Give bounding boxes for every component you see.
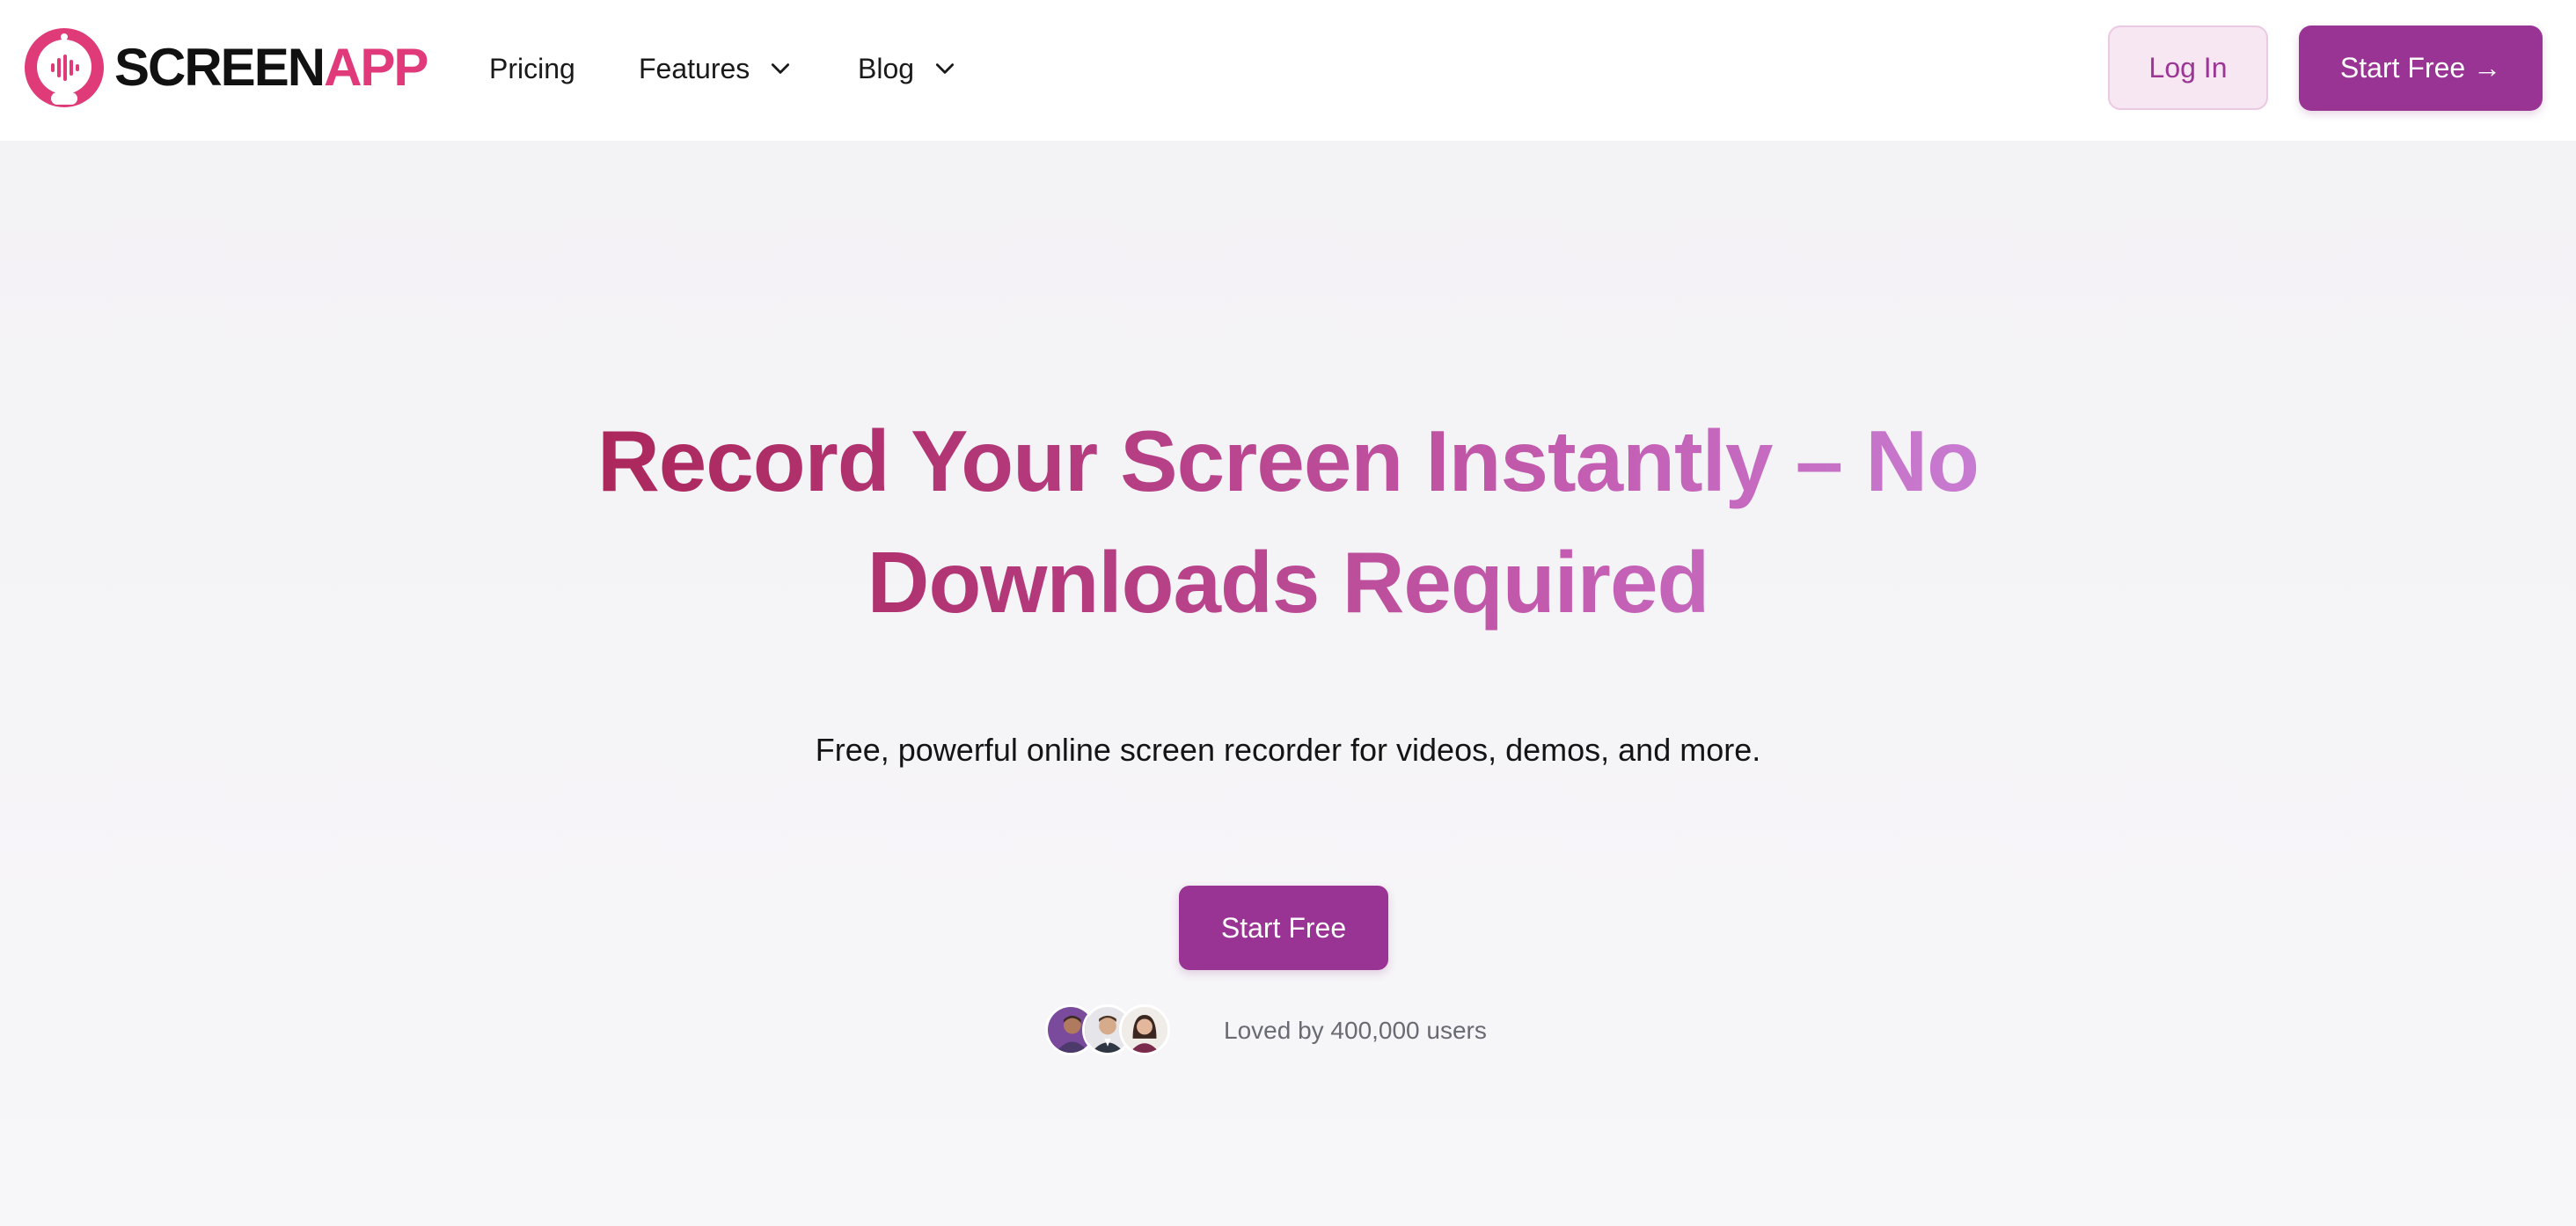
start-free-hero-button[interactable]: Start Free [1179, 886, 1388, 970]
nav-pricing-link[interactable]: Pricing [489, 49, 575, 88]
avatar [1119, 1004, 1170, 1055]
start-free-header-button[interactable]: Start Free → [2299, 26, 2543, 111]
nav-blog-dropdown[interactable]: Blog [858, 49, 956, 88]
nav-features-dropdown[interactable]: Features [639, 49, 792, 88]
nav-features-label: Features [639, 52, 750, 84]
chevron-down-icon [935, 63, 955, 74]
logo-word-app: APP [324, 38, 428, 97]
hero-subtitle: Free, powerful online screen recorder fo… [815, 732, 1761, 768]
hero-section [0, 141, 2576, 1226]
social-proof-text: Loved by 400,000 users [1224, 1017, 1487, 1044]
user-avatars-group [1045, 1004, 1177, 1057]
nav-pricing-label: Pricing [489, 52, 575, 84]
logo-wordmark: SCREEN APP [114, 38, 428, 97]
top-navigation-bar: SCREEN APP Pricing Features Blog Log In … [0, 0, 2576, 141]
login-button[interactable]: Log In [2108, 26, 2268, 110]
chevron-down-icon [772, 63, 790, 74]
logo-word-screen: SCREEN [114, 38, 326, 97]
microphone-robot-icon [25, 28, 104, 107]
screenapp-logo[interactable]: SCREEN APP [25, 27, 428, 108]
nav-blog-label: Blog [858, 52, 915, 84]
hero-title: Record Your Screen Instantly – No Downlo… [408, 400, 2168, 643]
